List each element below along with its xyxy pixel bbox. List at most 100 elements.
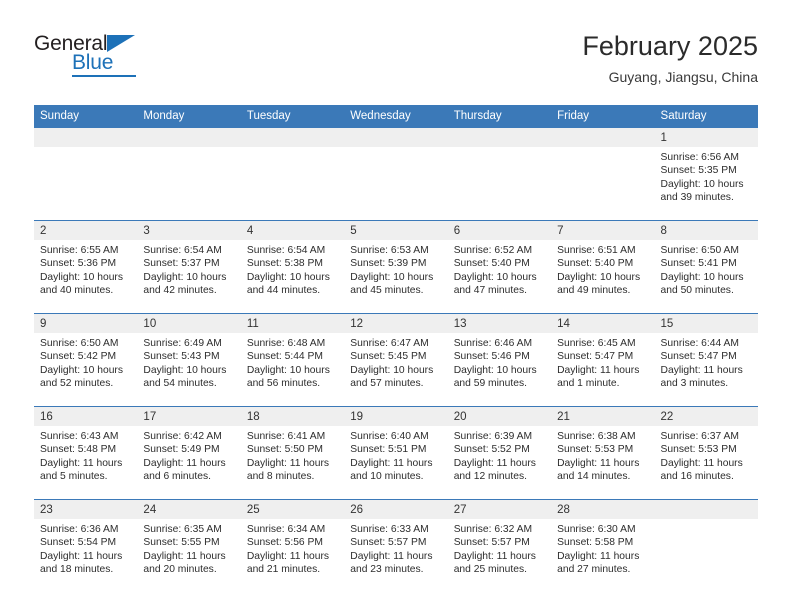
sunset-text: Sunset: 5:48 PM [40,444,117,456]
calendar-day-cell[interactable]: 12 Sunrise: 6:47 AM Sunset: 5:45 PM Dayligh… [344,313,448,407]
day-details: Sunrise: 6:56 AM Sunset: 5:35 PM Daylight:… [655,147,758,205]
weekday-header-sunday: Sunday [34,105,138,128]
calendar-day-cell[interactable]: 27 Sunrise: 6:32 AM Sunset: 5:57 PM Dayligh… [447,499,552,593]
daylight-text: Daylight: 11 hours and 25 minutes. [453,550,536,576]
calendar-grid: Sunday Monday Tuesday Wednesday Thursday… [34,105,758,593]
page-title: February 2025 [582,31,758,61]
brand-underline [72,75,136,77]
daylight-text: Daylight: 11 hours and 12 minutes. [453,457,536,483]
sunset-text: Sunset: 5:50 PM [246,444,323,456]
calendar-day-cell[interactable]: 28 Sunrise: 6:30 AM Sunset: 5:58 PM Dayligh… [551,499,655,593]
calendar-week-row: 23 Sunrise: 6:36 AM Sunset: 5:54 PM Dayligh… [34,499,758,593]
calendar-day-cell[interactable]: 15 Sunrise: 6:44 AM Sunset: 5:47 PM Dayligh… [654,313,758,407]
sunset-text: Sunset: 5:44 PM [246,351,323,363]
day-number: 22 [654,407,758,426]
calendar-day-cell[interactable]: 21 Sunrise: 6:38 AM Sunset: 5:53 PM Dayligh… [551,406,655,500]
daylight-text: Daylight: 11 hours and 18 minutes. [40,550,123,576]
sunset-text: Sunset: 5:40 PM [453,258,530,270]
day-number [447,128,552,147]
calendar-day-cell[interactable]: 13 Sunrise: 6:46 AM Sunset: 5:46 PM Dayligh… [447,313,552,407]
calendar-head: Sunday Monday Tuesday Wednesday Thursday… [34,105,758,128]
calendar-day-cell[interactable]: 19 Sunrise: 6:40 AM Sunset: 5:51 PM Dayligh… [344,406,448,500]
calendar-body: 1 Sunrise: 6:56 AM Sunset: 5:35 PM Daylight… [34,127,758,593]
title-block: February 2025 Guyang, Jiangsu, China [582,30,758,87]
calendar-day-cell[interactable]: 18 Sunrise: 6:41 AM Sunset: 5:50 PM Dayligh… [240,406,345,500]
day-number: 26 [344,500,448,519]
day-details: Sunrise: 6:50 AM Sunset: 5:42 PM Daylight:… [34,333,137,391]
day-number [344,128,448,147]
day-details: Sunrise: 6:46 AM Sunset: 5:46 PM Daylight:… [448,333,551,391]
day-number: 12 [344,314,448,333]
calendar-day-cell-empty [137,127,241,221]
day-details: Sunrise: 6:47 AM Sunset: 5:45 PM Daylight:… [344,333,447,391]
calendar-day-cell[interactable]: 7 Sunrise: 6:51 AM Sunset: 5:40 PM Daylight… [551,220,655,314]
calendar-day-cell[interactable]: 10 Sunrise: 6:49 AM Sunset: 5:43 PM Dayligh… [137,313,241,407]
weekday-header-tuesday: Tuesday [240,105,345,128]
sunrise-text: Sunrise: 6:50 AM [40,338,119,349]
daylight-text: Daylight: 10 hours and 50 minutes. [660,271,744,297]
sunset-text: Sunset: 5:40 PM [557,258,634,270]
sunset-text: Sunset: 5:47 PM [660,351,737,363]
sunrise-text: Sunrise: 6:36 AM [40,524,119,535]
calendar-day-cell[interactable]: 1 Sunrise: 6:56 AM Sunset: 5:35 PM Daylight… [654,127,758,221]
calendar-day-cell[interactable]: 6 Sunrise: 6:52 AM Sunset: 5:40 PM Daylight… [447,220,552,314]
sunrise-text: Sunrise: 6:32 AM [453,524,533,535]
calendar-day-cell-empty [551,127,655,221]
calendar-day-cell[interactable]: 23 Sunrise: 6:36 AM Sunset: 5:54 PM Dayligh… [34,499,138,593]
calendar-day-cell[interactable]: 17 Sunrise: 6:42 AM Sunset: 5:49 PM Dayligh… [137,406,241,500]
calendar-day-cell[interactable]: 3 Sunrise: 6:54 AM Sunset: 5:37 PM Daylight… [137,220,241,314]
calendar-day-cell[interactable]: 20 Sunrise: 6:39 AM Sunset: 5:52 PM Dayligh… [447,406,552,500]
sunset-text: Sunset: 5:57 PM [453,537,530,549]
day-number [240,128,345,147]
day-number: 3 [137,221,241,240]
calendar-day-cell[interactable]: 11 Sunrise: 6:48 AM Sunset: 5:44 PM Dayligh… [240,313,345,407]
calendar-day-cell[interactable]: 8 Sunrise: 6:50 AM Sunset: 5:41 PM Daylight… [654,220,758,314]
page-header: General Blue February 2025 Guyang, Jiang… [34,30,758,98]
sunrise-text: Sunrise: 6:45 AM [557,338,636,349]
calendar-day-cell[interactable]: 25 Sunrise: 6:34 AM Sunset: 5:56 PM Dayligh… [240,499,345,593]
calendar-day-cell[interactable]: 2 Sunrise: 6:55 AM Sunset: 5:36 PM Daylight… [34,220,138,314]
day-details: Sunrise: 6:42 AM Sunset: 5:49 PM Daylight:… [137,426,240,484]
day-number: 25 [240,500,345,519]
calendar-day-cell[interactable]: 26 Sunrise: 6:33 AM Sunset: 5:57 PM Dayligh… [344,499,448,593]
calendar-day-cell[interactable]: 5 Sunrise: 6:53 AM Sunset: 5:39 PM Daylight… [344,220,448,314]
day-details: Sunrise: 6:30 AM Sunset: 5:58 PM Daylight:… [551,519,654,577]
day-number: 20 [447,407,552,426]
calendar-day-cell[interactable]: 9 Sunrise: 6:50 AM Sunset: 5:42 PM Daylight… [34,313,138,407]
daylight-text: Daylight: 10 hours and 45 minutes. [350,271,434,297]
calendar-day-cell[interactable]: 4 Sunrise: 6:54 AM Sunset: 5:38 PM Daylight… [240,220,345,314]
daylight-text: Daylight: 11 hours and 27 minutes. [557,550,640,576]
day-number: 11 [240,314,345,333]
day-number: 15 [654,314,758,333]
day-details: Sunrise: 6:32 AM Sunset: 5:57 PM Daylight:… [448,519,551,577]
sunrise-text: Sunrise: 6:48 AM [246,338,326,349]
calendar-day-cell[interactable]: 14 Sunrise: 6:45 AM Sunset: 5:47 PM Dayligh… [551,313,655,407]
weekday-header-monday: Monday [137,105,241,128]
sunset-text: Sunset: 5:52 PM [453,444,530,456]
sunrise-text: Sunrise: 6:51 AM [557,245,636,256]
calendar-day-cell-empty [344,127,448,221]
calendar-day-cell[interactable]: 22 Sunrise: 6:37 AM Sunset: 5:53 PM Dayligh… [654,406,758,500]
day-number [34,128,138,147]
daylight-text: Daylight: 10 hours and 49 minutes. [557,271,641,297]
sunset-text: Sunset: 5:56 PM [246,537,323,549]
triangle-icon [107,35,135,52]
day-details: Sunrise: 6:51 AM Sunset: 5:40 PM Daylight:… [551,240,654,298]
day-details: Sunrise: 6:55 AM Sunset: 5:36 PM Daylight:… [34,240,137,298]
calendar-day-cell[interactable]: 24 Sunrise: 6:35 AM Sunset: 5:55 PM Dayligh… [137,499,241,593]
sunrise-text: Sunrise: 6:33 AM [350,524,429,535]
weekday-header-friday: Friday [551,105,655,128]
day-details: Sunrise: 6:35 AM Sunset: 5:55 PM Daylight:… [137,519,240,577]
day-number: 14 [551,314,655,333]
day-details: Sunrise: 6:52 AM Sunset: 5:40 PM Daylight:… [448,240,551,298]
day-number [551,128,655,147]
day-number [654,500,758,519]
day-details: Sunrise: 6:33 AM Sunset: 5:57 PM Daylight:… [344,519,447,577]
daylight-text: Daylight: 10 hours and 44 minutes. [246,271,330,297]
day-number: 7 [551,221,655,240]
day-number: 4 [240,221,345,240]
calendar-day-cell[interactable]: 16 Sunrise: 6:43 AM Sunset: 5:48 PM Dayligh… [34,406,138,500]
daylight-text: Daylight: 11 hours and 20 minutes. [143,550,226,576]
brand-logo[interactable]: General Blue [34,30,146,82]
sunrise-text: Sunrise: 6:37 AM [660,431,739,442]
